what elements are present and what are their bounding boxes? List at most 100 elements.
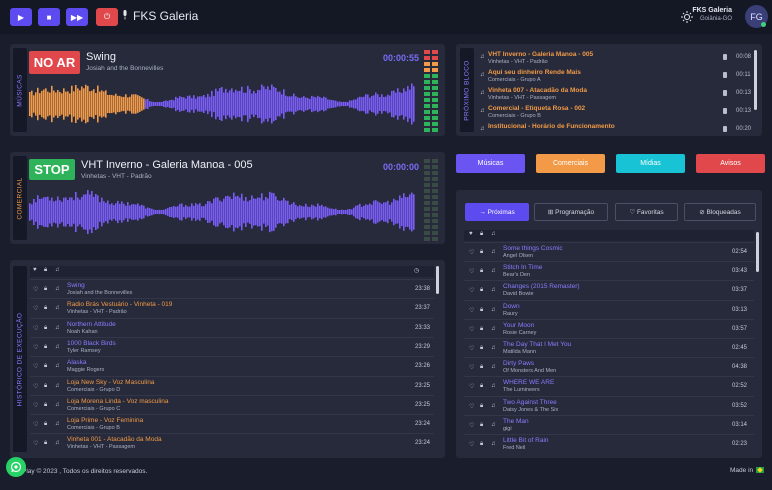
heart-icon[interactable]: ♡: [469, 364, 474, 371]
category-button-comerciais[interactable]: Comerciais: [536, 154, 605, 173]
next-block-item[interactable]: ♫ Aqui seu dinheiro Rende Mais Comerciais …: [478, 69, 756, 85]
waveform-bar: [335, 208, 337, 216]
lock-icon[interactable]: 🔒︎: [480, 307, 483, 314]
heart-icon[interactable]: ♡: [469, 403, 474, 410]
heart-icon[interactable]: ♡: [469, 345, 474, 352]
next-song-row[interactable]: ♡ 🔒︎ ♫ Changes (2015 Remaster) David Bowie 03…: [464, 280, 754, 299]
skip-button[interactable]: ▶▶: [66, 8, 88, 26]
waveform-bar: [133, 94, 135, 114]
waveform-bar: [361, 206, 363, 218]
heart-header-icon: ♥: [33, 267, 37, 273]
category-button-músicas[interactable]: Músicas: [456, 154, 525, 173]
heart-icon[interactable]: ♡: [469, 441, 474, 448]
section-label-next-block: PRÓXIMO BLOCO: [460, 48, 474, 132]
lock-icon[interactable]: 🔒︎: [44, 305, 47, 312]
waveform-bar: [265, 89, 267, 119]
history-row-title: Swing: [67, 282, 85, 289]
lock-icon[interactable]: 🔒︎: [44, 363, 47, 370]
waveform-bar: [179, 96, 181, 112]
lock-icon[interactable]: 🔒︎: [44, 325, 47, 332]
next-song-row[interactable]: ♡ 🔒︎ ♫ Your Moon Rosie Carney 03:57: [464, 318, 754, 338]
next-song-row[interactable]: ♡ 🔒︎ ♫ WHERE WE ARE The Lumineers 02:52: [464, 376, 754, 395]
lock-icon[interactable]: 🔒︎: [480, 383, 483, 390]
heart-icon[interactable]: ♡: [33, 421, 38, 428]
lock-icon[interactable]: 🔒︎: [480, 441, 483, 448]
next-song-row[interactable]: ♡ 🔒︎ ♫ The Man gigi 03:14: [464, 414, 754, 434]
next-song-row[interactable]: ♡ 🔒︎ ♫ Some things Cosmic Angel Olsen 02:54: [464, 242, 754, 261]
waveform-bar: [395, 200, 397, 224]
lock-icon[interactable]: 🔒︎: [44, 402, 47, 409]
waveform-bar: [347, 102, 349, 106]
lock-icon[interactable]: 🔒︎: [480, 287, 483, 294]
tab-0[interactable]: → Próximas: [465, 203, 529, 221]
vu-meter-segment: [432, 98, 438, 102]
waveform-bar: [339, 101, 341, 107]
category-button-avisos[interactable]: Avisos: [696, 154, 765, 173]
lock-icon[interactable]: 🔒︎: [480, 364, 483, 371]
heart-icon[interactable]: ♡: [33, 305, 38, 312]
waveform-bar: [339, 210, 341, 214]
next-song-row[interactable]: ♡ 🔒︎ ♫ The Day That I Met You Matilda Mann 02…: [464, 338, 754, 357]
heart-icon[interactable]: ♡: [469, 422, 474, 429]
heart-icon[interactable]: ♡: [33, 383, 38, 390]
next-block-item[interactable]: ♫ Comercial - Etiqueta Rosa - 002 Comercia…: [478, 105, 756, 121]
next-song-row[interactable]: ♡ 🔒︎ ♫ Two Against Three Daisy Jones & The S…: [464, 395, 754, 415]
heart-icon[interactable]: ♡: [33, 440, 38, 447]
vu-meter-segment: [432, 237, 438, 241]
theme-toggle-sun-icon[interactable]: [681, 11, 693, 23]
waveform-bar: [303, 96, 305, 112]
next-block-item[interactable]: ♫ VHT Inverno - Galeria Manoa - 005 Vinhet…: [478, 51, 756, 67]
lock-icon[interactable]: 🔒︎: [44, 421, 47, 428]
waveform-bar: [273, 193, 275, 231]
heart-icon[interactable]: ♡: [469, 287, 474, 294]
next-song-row[interactable]: ♡ 🔒︎ ♫ Down Raury 03:13: [464, 299, 754, 319]
power-button[interactable]: ⏻: [96, 8, 118, 26]
heart-icon[interactable]: ♡: [469, 307, 474, 314]
lock-icon[interactable]: 🔒︎: [480, 403, 483, 410]
heart-icon[interactable]: ♡: [33, 286, 38, 293]
next-block-item[interactable]: ♫ Vinheta 007 - Atacadão da Moda Vinhetas …: [478, 87, 756, 103]
tab-2[interactable]: ♡ Favoritas: [615, 203, 678, 221]
waveform-bar: [389, 95, 391, 113]
heart-icon[interactable]: ♡: [33, 344, 38, 351]
tab-1[interactable]: ⊞ Programação: [534, 203, 608, 221]
next-songs-scrollbar[interactable]: [756, 232, 759, 272]
waveform-bar: [293, 202, 295, 222]
stop-button[interactable]: ■: [38, 8, 60, 26]
heart-icon[interactable]: ♡: [469, 326, 474, 333]
lock-icon[interactable]: 🔒︎: [44, 440, 47, 447]
lock-icon[interactable]: 🔒︎: [44, 383, 47, 390]
waveform-bar: [73, 91, 75, 117]
whatsapp-button[interactable]: [6, 457, 26, 477]
heart-icon[interactable]: ♡: [469, 383, 474, 390]
tab-3[interactable]: ⊘ Bloqueadas: [684, 203, 756, 221]
history-scrollbar[interactable]: [436, 266, 439, 294]
next-song-row[interactable]: ♡ 🔒︎ ♫ Little Bit of Rain Fred Neil 02:23: [464, 434, 754, 453]
lock-icon[interactable]: 🔒︎: [480, 268, 483, 275]
waveform-bar: [77, 88, 79, 120]
player2-waveform[interactable]: [29, 186, 415, 238]
lock-icon[interactable]: 🔒︎: [480, 422, 483, 429]
next-song-row[interactable]: ♡ 🔒︎ ♫ Stitch In Time Bear's Den 03:43: [464, 261, 754, 280]
heart-icon[interactable]: ♡: [469, 268, 474, 275]
lock-icon[interactable]: 🔒︎: [480, 326, 483, 333]
vu-meter-segment: [432, 201, 438, 205]
next-song-row[interactable]: ♡ 🔒︎ ♫ Dirty Paws Of Monsters And Men 04:38: [464, 357, 754, 376]
lock-icon[interactable]: 🔒︎: [44, 286, 47, 293]
history-row: ♡ 🔒︎ ♫ 1000 Black Birds Tyler Ramsey 23:29: [30, 336, 434, 356]
heart-icon[interactable]: ♡: [33, 402, 38, 409]
lock-icon[interactable]: 🔒︎: [480, 345, 483, 352]
waveform-bar: [245, 197, 247, 227]
lock-icon[interactable]: 🔒︎: [44, 344, 47, 351]
next-block-item[interactable]: ♫ Institucional - Horário de Funcionament…: [478, 123, 756, 139]
next-block-scrollbar[interactable]: [754, 50, 757, 110]
waveform-bar: [251, 93, 253, 115]
heart-icon[interactable]: ♡: [33, 325, 38, 332]
heart-icon[interactable]: ♡: [33, 363, 38, 370]
waveform-bar: [317, 95, 319, 113]
lock-icon[interactable]: 🔒︎: [480, 249, 483, 256]
player1-waveform[interactable]: [29, 78, 415, 130]
category-button-mídias[interactable]: Mídias: [616, 154, 685, 173]
play-button[interactable]: ▶: [10, 8, 32, 26]
heart-icon[interactable]: ♡: [469, 249, 474, 256]
